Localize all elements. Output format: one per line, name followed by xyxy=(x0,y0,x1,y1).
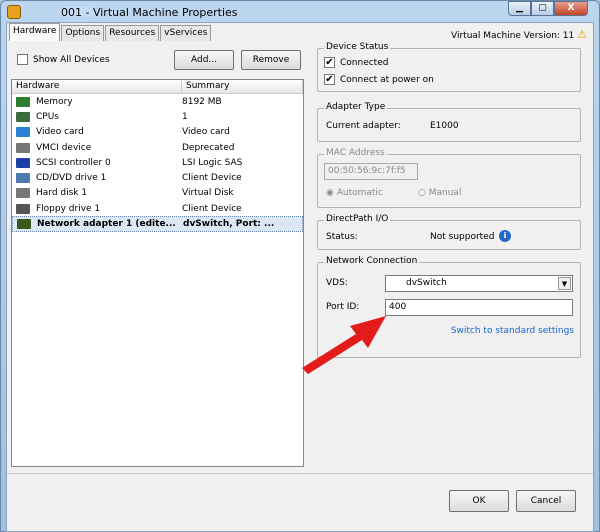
device-icon xyxy=(16,142,30,153)
device-summary: LSI Logic SAS xyxy=(182,157,243,168)
info-icon[interactable]: i xyxy=(499,230,511,242)
current-adapter-value: E1000 xyxy=(430,121,459,131)
hardware-row[interactable]: VMCI device Deprecated xyxy=(12,140,303,155)
connect-at-power-on-label: Connect at power on xyxy=(340,74,434,85)
group-legend: DirectPath I/O xyxy=(324,214,391,224)
divider xyxy=(7,473,593,474)
hardware-list: Hardware Summary Memory 8192 MB CPUs 1 Video … xyxy=(11,79,304,467)
automatic-radio[interactable]: ◉ Automatic xyxy=(326,188,383,198)
device-summary: Client Device xyxy=(182,203,242,214)
column-header-hardware[interactable]: Hardware xyxy=(12,80,182,93)
mac-address-group: MAC Address 00:50:56:9c:7f:f5 ◉ Automati… xyxy=(317,148,581,208)
current-adapter-label: Current adapter: xyxy=(326,121,401,131)
connect-at-power-on-checkbox[interactable]: ✔ Connect at power on xyxy=(324,74,434,85)
device-icon xyxy=(16,188,30,199)
switch-to-standard-link[interactable]: Switch to standard settings xyxy=(451,326,574,336)
device-name: CD/DVD drive 1 xyxy=(36,173,107,184)
hardware-row[interactable]: Hard disk 1 Virtual Disk xyxy=(12,186,303,201)
chevron-down-icon[interactable]: ▼ xyxy=(558,277,571,290)
device-summary: Virtual Disk xyxy=(182,188,234,199)
device-icon xyxy=(16,127,30,138)
hardware-row[interactable]: Network adapter 1 (edite... dvSwitch, Por… xyxy=(12,216,303,232)
device-summary: dvSwitch, Port: ... xyxy=(183,219,275,230)
vds-dropdown[interactable]: dvSwitch ▼ xyxy=(385,275,573,292)
warning-icon: ⚠ xyxy=(577,28,587,41)
device-name: SCSI controller 0 xyxy=(36,157,111,168)
device-status-group: Device Status ✔ Connected ✔ Connect at pow… xyxy=(317,42,581,92)
manual-radio[interactable]: ○ Manual xyxy=(418,188,461,198)
add-button[interactable]: Add... xyxy=(174,50,234,70)
app-icon xyxy=(7,5,21,19)
vds-value: dvSwitch xyxy=(406,278,447,288)
device-summary: 1 xyxy=(182,111,188,122)
red-arrow-annotation xyxy=(302,316,386,374)
device-icon xyxy=(16,173,30,184)
hardware-row[interactable]: Memory 8192 MB xyxy=(12,94,303,109)
cancel-button[interactable]: Cancel xyxy=(516,490,576,512)
device-name: Hard disk 1 xyxy=(36,188,88,199)
device-icon xyxy=(16,203,30,214)
device-icon xyxy=(16,157,30,168)
close-button[interactable]: X xyxy=(554,1,588,16)
tab-options[interactable]: Options xyxy=(61,25,105,41)
maximize-button[interactable]: ▢ xyxy=(531,1,554,16)
checkbox-box[interactable] xyxy=(17,54,28,65)
hardware-row[interactable]: CD/DVD drive 1 Client Device xyxy=(12,170,303,185)
hardware-row[interactable]: SCSI controller 0 LSI Logic SAS xyxy=(12,155,303,170)
show-all-devices-checkbox[interactable]: Show All Devices xyxy=(17,54,110,65)
device-summary: Video card xyxy=(182,127,230,138)
tab-vservices[interactable]: vServices xyxy=(160,25,212,41)
remove-button[interactable]: Remove xyxy=(241,50,301,70)
device-icon xyxy=(16,96,30,107)
mac-address-field[interactable]: 00:50:56:9c:7f:f5 xyxy=(324,163,418,180)
directpath-status-label: Status: xyxy=(326,232,358,242)
hardware-row[interactable]: Video card Video card xyxy=(12,125,303,140)
device-summary: Client Device xyxy=(182,173,242,184)
window-title: 001 - Virtual Machine Properties xyxy=(61,6,238,19)
device-summary: Deprecated xyxy=(182,142,235,153)
directpath-status-value: Not supported xyxy=(430,232,495,242)
device-name: Network adapter 1 (edite... xyxy=(37,219,176,230)
vm-version: Virtual Machine Version: 11 xyxy=(451,31,575,41)
device-summary: 8192 MB xyxy=(182,96,222,107)
ok-button[interactable]: OK xyxy=(449,490,509,512)
connected-checkbox[interactable]: ✔ Connected xyxy=(324,57,388,68)
hardware-row[interactable]: Floppy drive 1 Client Device xyxy=(12,201,303,216)
group-legend: MAC Address xyxy=(324,148,387,158)
device-name: Floppy drive 1 xyxy=(36,203,101,214)
device-name: CPUs xyxy=(36,111,59,122)
device-icon xyxy=(17,219,31,230)
automatic-label: Automatic xyxy=(336,188,383,198)
device-name: VMCI device xyxy=(36,142,92,153)
column-header-summary[interactable]: Summary xyxy=(182,80,303,93)
group-legend: Adapter Type xyxy=(324,102,388,112)
connected-label: Connected xyxy=(340,57,389,68)
minimize-button[interactable]: ▁ xyxy=(508,1,531,16)
vds-label: VDS: xyxy=(326,278,348,288)
tab-hardware[interactable]: Hardware xyxy=(9,23,61,41)
tab-resources[interactable]: Resources xyxy=(105,25,160,41)
dialog-client: Hardware Options Resources vServices Vir… xyxy=(6,22,594,532)
device-name: Memory xyxy=(36,96,73,107)
hardware-row[interactable]: CPUs 1 xyxy=(12,109,303,124)
device-icon xyxy=(16,111,30,122)
group-legend: Device Status xyxy=(324,42,391,52)
port-id-input[interactable]: 400 xyxy=(385,299,573,316)
manual-label: Manual xyxy=(428,188,462,198)
show-all-devices-label: Show All Devices xyxy=(33,54,110,65)
adapter-type-group: Adapter Type Current adapter: E1000 xyxy=(317,102,581,142)
directpath-group: DirectPath I/O Status: Not supported i xyxy=(317,214,581,250)
device-name: Video card xyxy=(36,127,84,138)
group-legend: Network Connection xyxy=(324,256,420,266)
